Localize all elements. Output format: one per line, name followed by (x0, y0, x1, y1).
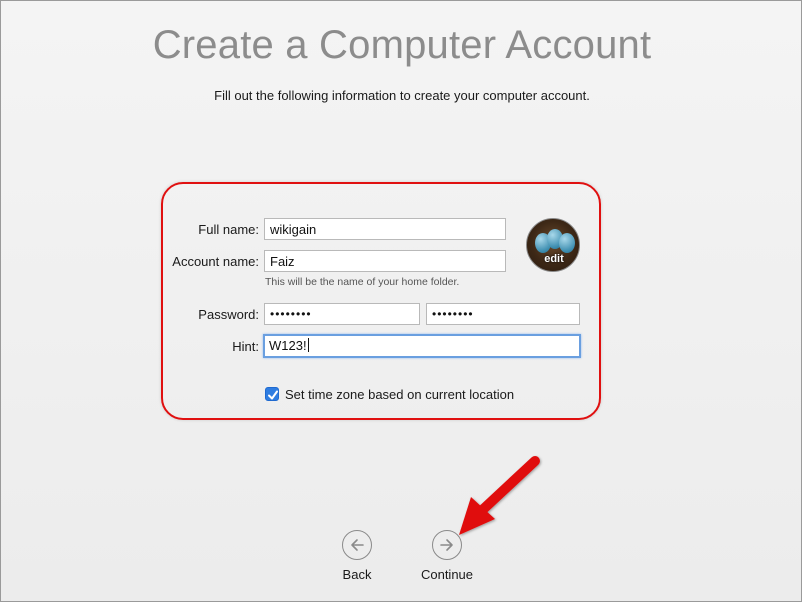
arrow-left-circle-icon (342, 530, 372, 560)
account-name-label: Account name: (172, 254, 259, 269)
egg-shape (559, 233, 575, 253)
timezone-checkbox[interactable] (265, 387, 279, 401)
password-field[interactable]: •••••••• (264, 303, 420, 325)
checkmark-icon (268, 390, 278, 400)
hint-label: Hint: (232, 339, 259, 354)
account-name-field[interactable]: Faiz (264, 250, 506, 272)
full-name-field[interactable]: wikigain (264, 218, 506, 240)
verify-password-field[interactable]: •••••••• (426, 303, 580, 325)
back-button[interactable]: Back (317, 530, 397, 582)
hint-value: W123! (269, 338, 307, 353)
setup-window: Create a Computer Account Fill out the f… (0, 0, 802, 602)
full-name-label: Full name: (198, 222, 259, 237)
hint-field[interactable]: W123! (263, 334, 581, 358)
user-picture-button[interactable]: edit (526, 218, 580, 272)
password-label: Password: (198, 307, 259, 322)
avatar-edit-label: edit (544, 253, 564, 265)
back-label: Back (342, 567, 372, 582)
red-arrow-annotation (459, 456, 540, 535)
page-subtitle: Fill out the following information to cr… (214, 88, 590, 103)
timezone-checkbox-label[interactable]: Set time zone based on current location (285, 387, 514, 402)
text-caret (307, 338, 309, 352)
account-name-note: This will be the name of your home folde… (265, 276, 460, 288)
page-title: Create a Computer Account (152, 23, 652, 67)
continue-label: Continue (420, 567, 474, 582)
